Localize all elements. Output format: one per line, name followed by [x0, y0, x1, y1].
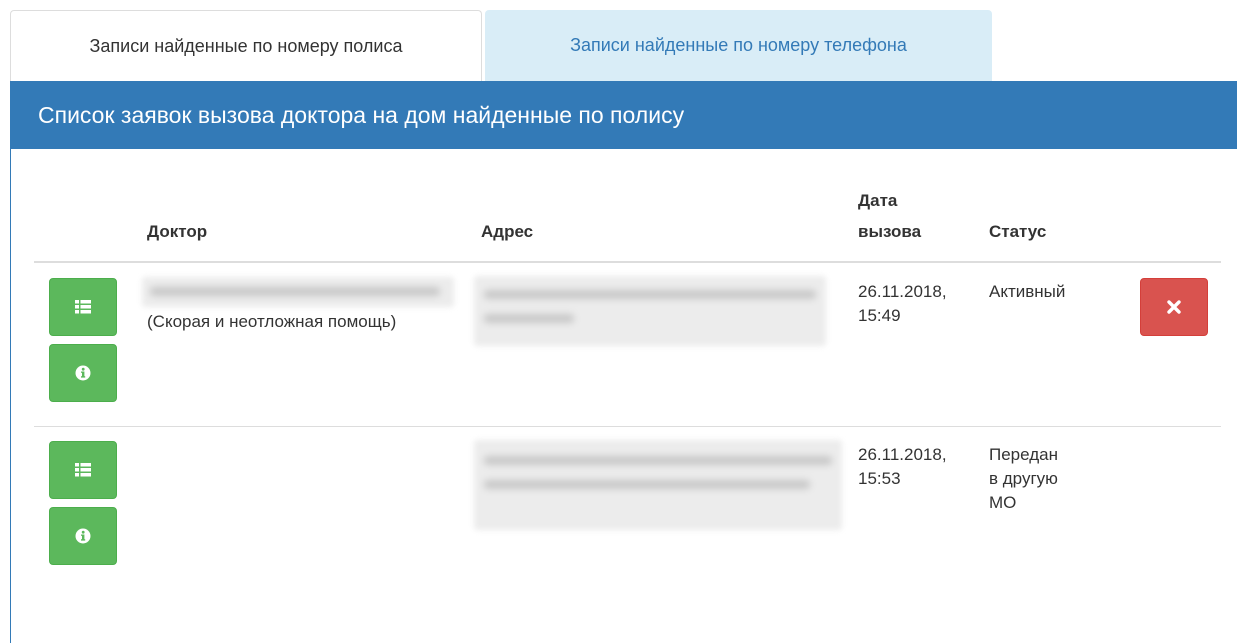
- call-date-line1: 26.11.2018,: [858, 445, 947, 464]
- header-address: Адрес: [481, 222, 534, 241]
- header-doctor: Доктор: [147, 222, 208, 241]
- header-date-line2: вызова: [858, 222, 922, 241]
- status-line: Передан: [989, 445, 1058, 464]
- tab-policy-records[interactable]: Записи найденные по номеру полиса: [10, 10, 482, 81]
- row-divider: [34, 426, 1221, 427]
- status-line: Активный: [989, 282, 1066, 301]
- call-date-line2: 15:53: [858, 469, 901, 488]
- call-date: 26.11.2018, 15:53: [858, 443, 947, 491]
- list-icon: [75, 463, 91, 477]
- tab-phone-records[interactable]: Записи найденные по номеру телефона: [485, 10, 992, 81]
- call-date-line1: 26.11.2018,: [858, 282, 947, 301]
- tab-bar: Записи найденные по номеру полиса Записи…: [10, 10, 1237, 81]
- info-icon: [75, 528, 91, 544]
- panel-title: Список заявок вызова доктора на дом найд…: [11, 81, 1237, 149]
- info-button[interactable]: [49, 507, 117, 565]
- status-text: Активный: [989, 280, 1065, 304]
- header-divider: [34, 261, 1221, 263]
- details-button[interactable]: [49, 278, 117, 336]
- status-line: МО: [989, 493, 1017, 512]
- list-icon: [75, 300, 91, 314]
- info-icon: [75, 365, 91, 381]
- header-date: Дата вызова: [858, 190, 921, 243]
- header-date-line1: Дата: [858, 191, 898, 210]
- info-button[interactable]: [49, 344, 117, 402]
- call-date-line2: 15:49: [858, 306, 901, 325]
- delete-button[interactable]: [1140, 278, 1208, 336]
- header-status: Статус: [989, 222, 1047, 241]
- requests-panel: Список заявок вызова доктора на дом найд…: [10, 81, 1237, 643]
- call-date: 26.11.2018, 15:49: [858, 280, 947, 328]
- details-button[interactable]: [49, 441, 117, 499]
- status-text: Передан в другую МО: [989, 443, 1058, 515]
- status-line: в другую: [989, 469, 1058, 488]
- close-icon: [1167, 300, 1181, 314]
- doctor-specialty: (Скорая и неотложная помощь): [147, 312, 397, 331]
- address-redacted: [474, 276, 826, 346]
- doctor-name-redacted: [142, 277, 454, 307]
- address-redacted: [474, 440, 842, 530]
